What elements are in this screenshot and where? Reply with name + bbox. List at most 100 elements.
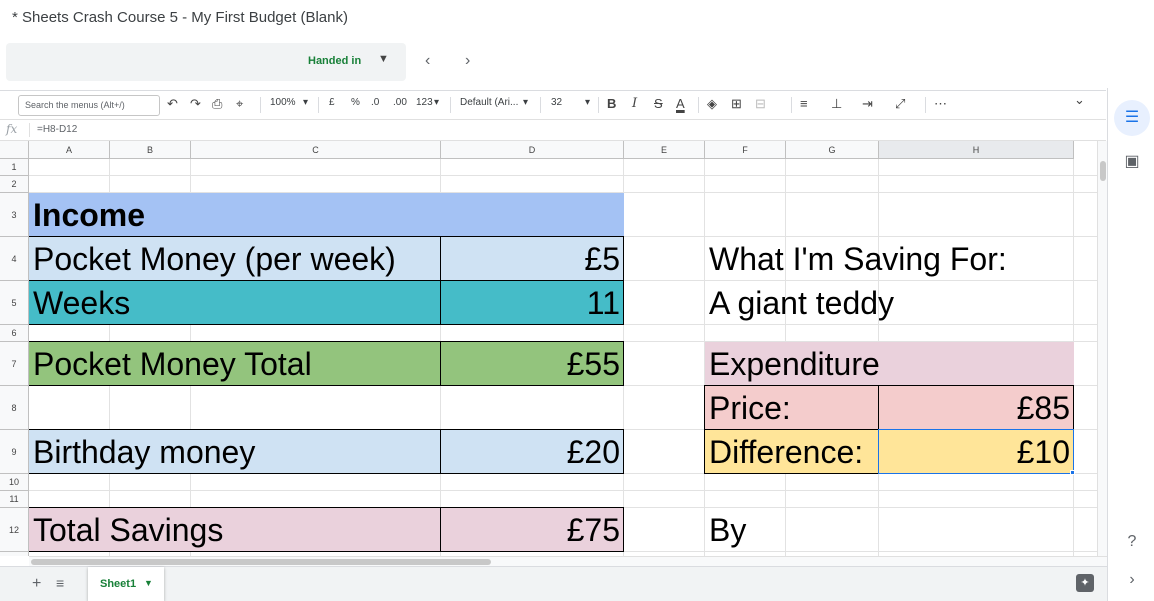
row-header-5[interactable]: 5 xyxy=(0,281,29,325)
vertical-scroll-thumb[interactable] xyxy=(1100,161,1106,181)
fill-color-icon[interactable]: ◈ xyxy=(707,95,717,113)
row-header-7[interactable]: 7 xyxy=(0,342,29,386)
text-wrap-icon[interactable]: ⇥ xyxy=(862,95,873,113)
previous-arrow-icon[interactable]: ‹ xyxy=(425,52,430,70)
row-header-2[interactable]: 2 xyxy=(0,176,29,193)
row-header-8[interactable]: 8 xyxy=(0,386,29,430)
zoom-select[interactable]: 100% xyxy=(270,97,296,108)
column-header-c[interactable]: C xyxy=(191,141,441,159)
select-all-corner[interactable] xyxy=(0,141,29,159)
row-header-10[interactable]: 10 xyxy=(0,474,29,491)
horizontal-scroll-thumb[interactable] xyxy=(31,559,491,565)
cell-f12[interactable]: By xyxy=(705,508,1074,552)
percent-format-button[interactable]: % xyxy=(351,97,360,108)
paint-format-icon[interactable]: ⌖ xyxy=(236,95,243,113)
add-sheet-icon[interactable]: + xyxy=(32,575,41,593)
cell-a3[interactable]: Income xyxy=(29,193,624,237)
next-arrow-icon[interactable]: › xyxy=(465,52,470,70)
number-format-dropdown-icon[interactable]: ▾ xyxy=(434,97,439,108)
print-icon[interactable]: ⎙ xyxy=(212,95,222,113)
text-color-button[interactable]: A xyxy=(676,95,685,113)
cell-f8[interactable]: Price: xyxy=(705,386,879,430)
toolbar-divider xyxy=(925,97,926,113)
cell-f4[interactable]: What I'm Saving For: xyxy=(705,237,1074,281)
toolbar-divider xyxy=(450,97,451,113)
cell-a5[interactable]: Weeks xyxy=(29,281,441,325)
function-icon: fx xyxy=(6,122,18,136)
row-header-1[interactable]: 1 xyxy=(0,159,29,176)
collapse-toolbar-icon[interactable]: ⌄ xyxy=(1074,91,1085,109)
column-header-a[interactable]: A xyxy=(29,141,110,159)
horizontal-scrollbar[interactable] xyxy=(29,556,1107,566)
sheet-tab-dropdown-icon[interactable]: ▼ xyxy=(144,578,153,588)
column-header-h[interactable]: H xyxy=(879,141,1074,159)
formula-divider xyxy=(29,123,30,137)
undo-icon[interactable]: ↶ xyxy=(167,95,178,113)
cell-a9[interactable]: Birthday money xyxy=(29,430,441,474)
cell-d4[interactable]: £5 xyxy=(441,237,624,281)
currency-format-button[interactable]: £ xyxy=(329,97,335,108)
column-header-g[interactable]: G xyxy=(786,141,879,159)
cell-h8[interactable]: £85 xyxy=(879,386,1074,430)
cell-f9[interactable]: Difference: xyxy=(705,430,879,474)
font-family-select[interactable]: Default (Ari... xyxy=(460,97,518,108)
column-header-f[interactable]: F xyxy=(705,141,786,159)
italic-button[interactable]: I xyxy=(632,95,637,113)
row-header-3[interactable]: 3 xyxy=(0,193,29,237)
toolbar-divider xyxy=(598,97,599,113)
merge-cells-icon[interactable]: ⊟ xyxy=(755,95,766,113)
decrease-decimal-button[interactable]: .0 xyxy=(371,97,379,108)
increase-decimal-button[interactable]: .00 xyxy=(393,97,407,108)
status-bar: Handed in ▼ xyxy=(6,43,406,81)
column-header-d[interactable]: D xyxy=(441,141,624,159)
vertical-scrollbar[interactable] xyxy=(1097,141,1107,556)
row-header-11[interactable]: 11 xyxy=(0,491,29,508)
explore-icon[interactable]: ✦ xyxy=(1076,574,1094,592)
cell-d5[interactable]: 11 xyxy=(441,281,624,325)
borders-icon[interactable]: ⊞ xyxy=(731,95,742,113)
zoom-dropdown-icon[interactable]: ▾ xyxy=(303,97,308,108)
side-panel: ☰ ▣ ? › xyxy=(1107,88,1154,601)
formula-input[interactable]: =H8-D12 xyxy=(37,124,77,135)
cell-a4[interactable]: Pocket Money (per week) xyxy=(29,237,441,281)
font-dropdown-icon[interactable]: ▾ xyxy=(523,97,528,108)
formula-bar: fx =H8-D12 xyxy=(0,120,1106,141)
font-size-select[interactable]: 32 xyxy=(551,97,562,108)
cell-h9[interactable]: £10 xyxy=(879,430,1074,474)
row-header-4[interactable]: 4 xyxy=(0,237,29,281)
more-options-icon[interactable]: ⋯ xyxy=(934,95,947,113)
sheets-app: * Sheets Crash Course 5 - My First Budge… xyxy=(0,0,1154,601)
row-header-13[interactable]: 13 xyxy=(0,552,29,556)
bold-button[interactable]: B xyxy=(607,95,616,113)
toolbar: Search the menus (Alt+/) ↶ ↷ ⎙ ⌖ 100% ▾ … xyxy=(0,90,1106,120)
row-header-9[interactable]: 9 xyxy=(0,430,29,474)
row-header-6[interactable]: 6 xyxy=(0,325,29,342)
comment-icon[interactable]: ▣ xyxy=(1114,144,1150,180)
vertical-align-icon[interactable]: ⊥ xyxy=(831,95,842,113)
horizontal-align-icon[interactable]: ≡ xyxy=(800,95,808,113)
text-rotation-icon[interactable]: ⤢ xyxy=(895,95,905,113)
row-header-12[interactable]: 12 xyxy=(0,508,29,552)
menu-search-input[interactable]: Search the menus (Alt+/) xyxy=(18,95,160,116)
all-sheets-icon[interactable]: ≡ xyxy=(56,575,64,591)
cell-d9[interactable]: £20 xyxy=(441,430,624,474)
spreadsheet-grid[interactable]: Income Pocket Money (per week) £5 Weeks 11 Po… xyxy=(0,141,1107,556)
notes-icon[interactable]: ☰ xyxy=(1114,100,1150,136)
cell-f5[interactable]: A giant teddy xyxy=(705,281,1074,325)
cell-a12[interactable]: Total Savings xyxy=(29,508,441,552)
redo-icon[interactable]: ↷ xyxy=(190,95,201,113)
cell-d7[interactable]: £55 xyxy=(441,342,624,386)
number-format-select[interactable]: 123 xyxy=(416,97,433,108)
sheet-tab[interactable]: Sheet1 ▼ xyxy=(88,567,164,601)
expand-icon[interactable]: › xyxy=(1114,562,1150,598)
font-size-dropdown-icon[interactable]: ▾ xyxy=(585,97,590,108)
column-header-e[interactable]: E xyxy=(624,141,705,159)
cell-f7[interactable]: Expenditure xyxy=(705,342,1074,386)
fill-handle[interactable] xyxy=(1070,470,1075,475)
status-dropdown-icon[interactable]: ▼ xyxy=(378,53,389,65)
cell-d12[interactable]: £75 xyxy=(441,508,624,552)
cell-a7[interactable]: Pocket Money Total xyxy=(29,342,441,386)
column-header-b[interactable]: B xyxy=(110,141,191,159)
help-icon[interactable]: ? xyxy=(1114,524,1150,560)
strikethrough-button[interactable]: S xyxy=(654,95,663,113)
